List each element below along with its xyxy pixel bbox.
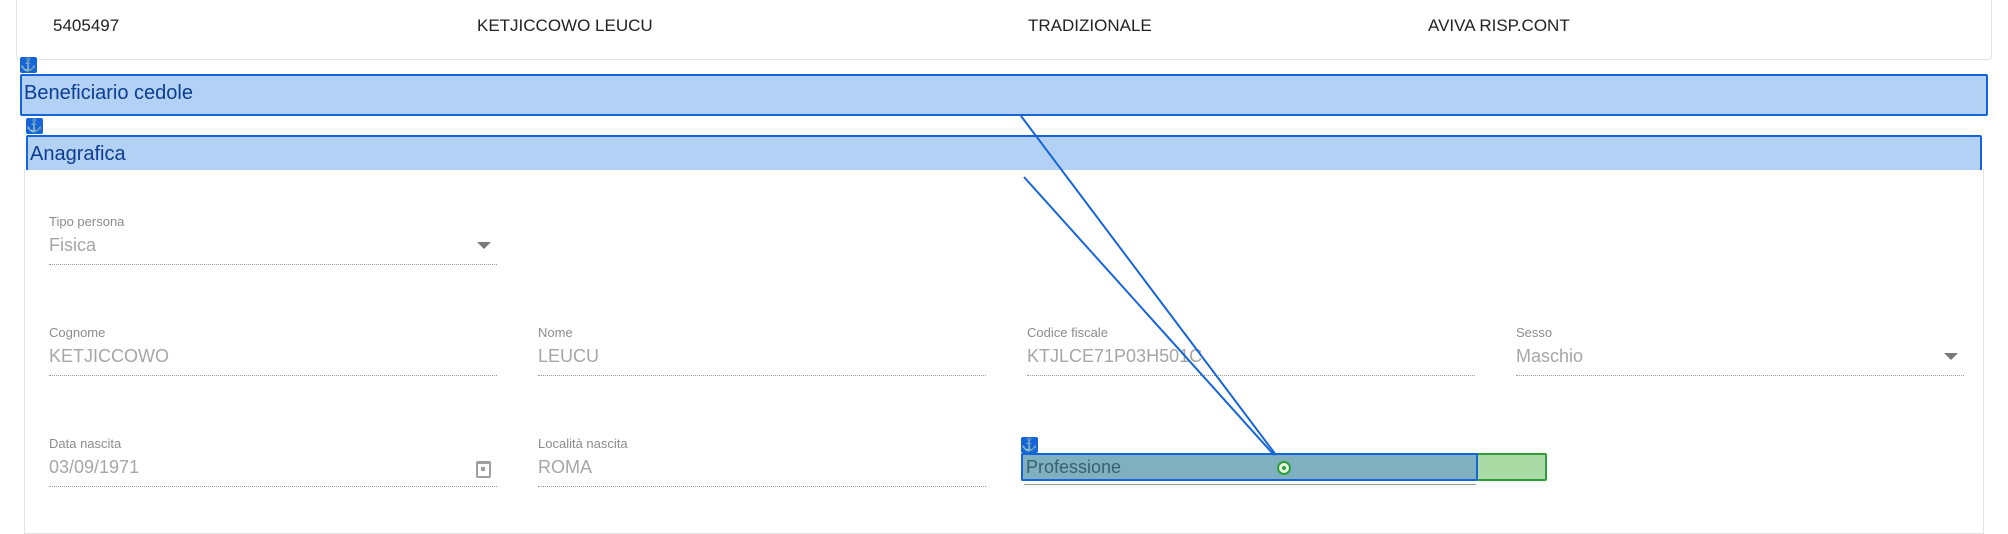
target-icon[interactable] [1277, 461, 1291, 475]
anchor-connector-lines [1020, 115, 1277, 456]
connector-line [1020, 115, 1277, 456]
connector-line [1023, 176, 1275, 456]
